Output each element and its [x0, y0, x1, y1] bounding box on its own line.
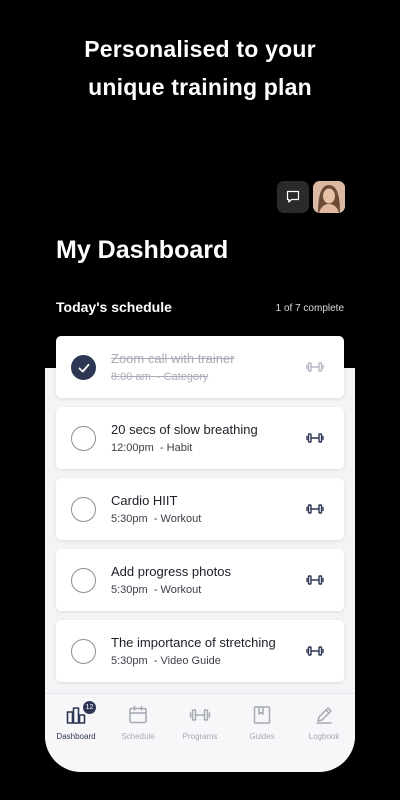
item-category: - Workout [153, 584, 202, 596]
item-meta: 5:30pm - Video Guide [111, 655, 221, 667]
promo-line-2: unique training plan [88, 74, 312, 100]
chat-icon [286, 190, 300, 203]
tab-label: Schedule [121, 732, 155, 741]
schedule-item[interactable]: 20 secs of slow breathing 12:00pm - Habi… [56, 407, 344, 469]
tab-guides[interactable]: Guides [231, 694, 293, 772]
schedule-item[interactable]: The importance of stretching 5:30pm - Vi… [56, 620, 344, 682]
tab-label: Guides [249, 732, 275, 741]
item-category: - Habit [159, 442, 193, 454]
checkbox[interactable] [71, 568, 96, 593]
item-title: Add progress photos [111, 564, 231, 579]
schedule-item[interactable]: Cardio HIIT 5:30pm - Workout [56, 478, 344, 540]
promo-line-1: Personalised to your [84, 36, 316, 62]
item-meta: 5:30pm - Workout [111, 513, 201, 525]
tab-label: Logbook [308, 732, 340, 741]
header-actions [277, 181, 345, 213]
item-category: - Video Guide [153, 655, 221, 667]
dumbbell-icon [306, 433, 324, 443]
tab-dashboard[interactable]: 12 Dashboard [45, 694, 107, 772]
item-time: 5:30pm [111, 584, 148, 596]
item-title: 20 secs of slow breathing [111, 422, 258, 437]
bottom-tab-bar: 12 Dashboard Schedule Programs Guides Lo… [45, 693, 355, 772]
dumbbell-icon [306, 504, 324, 514]
item-time: 5:30pm [111, 513, 148, 525]
dumbbell-icon [189, 709, 211, 721]
schedule-progress: 1 of 7 complete [275, 303, 344, 314]
tab-logbook[interactable]: Logbook [293, 694, 355, 772]
book-icon [253, 706, 271, 724]
dumbbell-icon [306, 575, 324, 585]
checkbox[interactable] [71, 497, 96, 522]
completed-checkbox[interactable] [71, 355, 96, 380]
checkbox[interactable] [71, 639, 96, 664]
pencil-icon [316, 707, 332, 724]
schedule-title: Today's schedule [56, 299, 172, 315]
tab-programs[interactable]: Programs [169, 694, 231, 772]
page-title: My Dashboard [56, 236, 229, 264]
chat-button[interactable] [277, 181, 309, 213]
dumbbell-icon [306, 646, 324, 656]
item-title: Cardio HIIT [111, 493, 178, 508]
item-meta: 12:00pm - Habit [111, 442, 192, 454]
item-title: The importance of stretching [111, 635, 276, 650]
schedule-item[interactable]: Zoom call with trainer 8:00 am - Categor… [56, 336, 344, 398]
notification-badge: 12 [83, 701, 96, 714]
calendar-icon [129, 705, 147, 724]
schedule-item[interactable]: Add progress photos 5:30pm - Workout [56, 549, 344, 611]
tab-schedule[interactable]: Schedule [107, 694, 169, 772]
item-meta: 8:00 am - Category [111, 371, 208, 383]
checkbox[interactable] [71, 426, 96, 451]
user-avatar[interactable] [313, 181, 345, 213]
item-category: - Workout [153, 513, 202, 525]
avatar-photo [313, 181, 345, 213]
item-meta: 5:30pm - Workout [111, 584, 201, 596]
dumbbell-icon [306, 362, 324, 372]
checkmark-icon [78, 363, 89, 372]
item-category: - Category [156, 371, 209, 383]
item-time: 12:00pm [111, 442, 154, 454]
item-time: 5:30pm [111, 655, 148, 667]
promo-heading: Personalised to your unique training pla… [0, 30, 400, 106]
tab-label: Programs [182, 732, 218, 741]
item-time: 8:00 am [111, 371, 151, 383]
tab-label: Dashboard [56, 732, 96, 741]
item-title: Zoom call with trainer [111, 351, 235, 366]
